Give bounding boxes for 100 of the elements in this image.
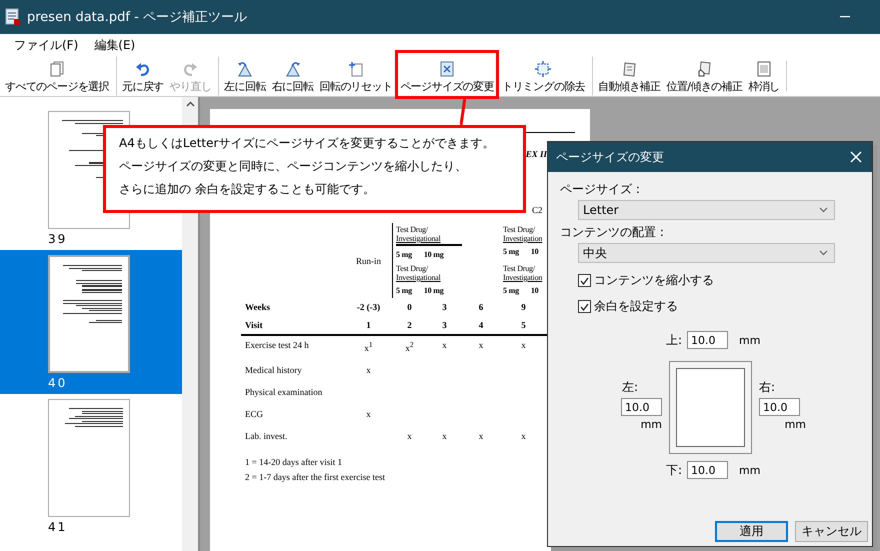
thumbnail-item[interactable]: 41 <box>0 394 182 538</box>
field-label: ページサイズ : <box>560 181 641 197</box>
callout-text: A4もしくはLetterサイズにページサイズを変更することができます。 <box>119 135 496 152</box>
row-label: Exercise test 24 h <box>245 339 310 352</box>
table-cell-text: x <box>406 430 413 443</box>
margin-input[interactable]: 10.0 <box>687 461 728 479</box>
margin-input[interactable]: 10.0 <box>621 398 662 416</box>
table-cell-text: x$^{1}$ <box>363 339 374 355</box>
minimize-icon <box>840 16 850 18</box>
dose-group-label: Test Drug/ <box>396 225 429 234</box>
footnote: 2 = 1-7 days after the first exercise test <box>245 472 386 482</box>
table-cell-text: 9 <box>520 301 527 314</box>
undo-arrow-icon <box>134 61 151 77</box>
toolbar-button[interactable]: ページサイズの変更 <box>395 50 499 99</box>
dose-label: 5 mg <box>503 247 519 256</box>
dose-label: 10 <box>530 286 538 295</box>
dropdown[interactable]: Letter <box>578 200 835 220</box>
dialog-button[interactable]: キャンセル <box>795 521 868 542</box>
margin-input[interactable]: 10.0 <box>759 398 800 416</box>
hand-page-icon <box>696 61 712 77</box>
checkbox[interactable] <box>578 300 591 313</box>
table-cell-text: x <box>441 339 448 352</box>
dose-label: 5 mg <box>396 286 412 295</box>
dose-label: 5 mg <box>503 286 519 295</box>
row-label: ECG <box>245 408 264 421</box>
table-cell-text: x <box>478 430 484 443</box>
toolbar-button[interactable]: 位置/傾きの補正 <box>663 56 746 96</box>
dose-label: 10 mg <box>424 286 444 295</box>
check-icon <box>580 302 589 310</box>
page-number: 40 <box>48 376 68 390</box>
margin-label: 右: <box>759 379 776 396</box>
triangle-arrow-icon <box>237 61 254 77</box>
page-resize-icon <box>439 61 456 77</box>
chevron-down-icon <box>819 207 828 213</box>
footnote: 1 = 14-20 days after visit 1 <box>245 457 344 467</box>
unit-label: mm <box>784 418 806 431</box>
margin-input[interactable]: 10.0 <box>687 331 728 349</box>
row-label: Weeks <box>245 301 272 314</box>
toolbar-button[interactable]: 枠消し <box>745 56 783 96</box>
toolbar-button[interactable]: 右に回転 <box>268 56 316 96</box>
dose-group-label: Test Drug/ <box>503 264 536 273</box>
triangle-arrow-icon <box>284 61 301 77</box>
table-cell-text: 3 <box>441 319 448 332</box>
arm-label: C2 <box>531 205 544 217</box>
page-heading: EX II <box>524 149 547 161</box>
dialog-title: ページサイズの変更 <box>556 148 665 166</box>
dose-group-label: Investigation <box>503 273 544 282</box>
window-title: presen data.pdf - ページ補正ツール <box>27 9 247 26</box>
table-cell-text: x <box>520 430 527 443</box>
dose-group-label: Investigation <box>503 234 544 243</box>
callout-text: ページサイズの変更と同時に、ページコンテンツを縮小したり、 <box>119 158 468 175</box>
table-cell-text: 0 <box>406 301 413 314</box>
dialog-button[interactable]: 適用 <box>715 521 788 542</box>
unit-label: mm <box>640 418 662 431</box>
dose-group-label: Test Drug/ <box>503 225 536 234</box>
row-label: Lab. invest. <box>245 430 288 443</box>
unit-label: mm <box>739 464 760 476</box>
toolbar-button[interactable]: すべてのページを選択 <box>2 56 112 96</box>
pdf-document-icon <box>5 8 21 26</box>
table-cell-text: -2 (-3) <box>356 301 382 314</box>
thumbnail-item[interactable]: 40 <box>0 250 182 394</box>
toolbar-button[interactable]: 元に戻す <box>116 56 167 96</box>
row-label: Visit <box>245 319 264 332</box>
dose-label: 10 mg <box>424 250 444 259</box>
field-label: コンテンツの配置 : <box>560 224 665 240</box>
toolbar-button[interactable]: 自動傾き補正 <box>592 56 664 96</box>
table-cell-text: x <box>365 364 372 377</box>
margin-label: 上: <box>666 332 682 348</box>
menu-item[interactable]: ファイル(F) <box>6 34 86 56</box>
toolbar-button[interactable]: 回転のリセット <box>316 56 396 96</box>
table-cell-text: 2 <box>406 319 413 332</box>
chevron-down-icon <box>819 250 828 256</box>
table-cell-text: 1 <box>365 319 372 332</box>
table-cell-text: x <box>478 339 484 352</box>
dose-group-label: Investigational <box>396 234 462 246</box>
checkbox-label: 余白を設定する <box>594 298 678 315</box>
trim-frame-icon <box>535 61 552 77</box>
row-label: Medical history <box>245 364 303 377</box>
toolbar-button[interactable]: 左に回転 <box>218 56 269 96</box>
menu-item[interactable]: 編集(E) <box>86 34 144 56</box>
redo-arrow-icon <box>182 61 198 77</box>
check-icon <box>580 276 589 284</box>
dose-group-label: Investigational <box>396 273 442 282</box>
table-cell-text: 4 <box>478 319 484 332</box>
checkbox[interactable] <box>578 274 591 287</box>
checkbox-label: コンテンツを縮小する <box>594 272 714 289</box>
row-label: Run-in <box>354 256 382 266</box>
dropdown[interactable]: 中央 <box>578 243 835 263</box>
dose-group-label: Test Drug/ <box>396 264 429 273</box>
dose-label: 10 <box>530 247 538 256</box>
callout-text: さらに追加の 余白を設定することも可能です。 <box>119 181 376 198</box>
table-cell-text: 3 <box>441 301 448 314</box>
page-number: 41 <box>48 520 68 534</box>
toolbar-button[interactable]: トリミングの除去 <box>498 56 588 96</box>
page-icon <box>348 61 364 77</box>
close-icon <box>850 151 862 163</box>
table-cell-text: x$^{2}$ <box>404 339 415 355</box>
frame-page-icon <box>756 61 772 77</box>
caret-up-icon <box>186 101 194 107</box>
margin-label: 左: <box>622 379 638 396</box>
